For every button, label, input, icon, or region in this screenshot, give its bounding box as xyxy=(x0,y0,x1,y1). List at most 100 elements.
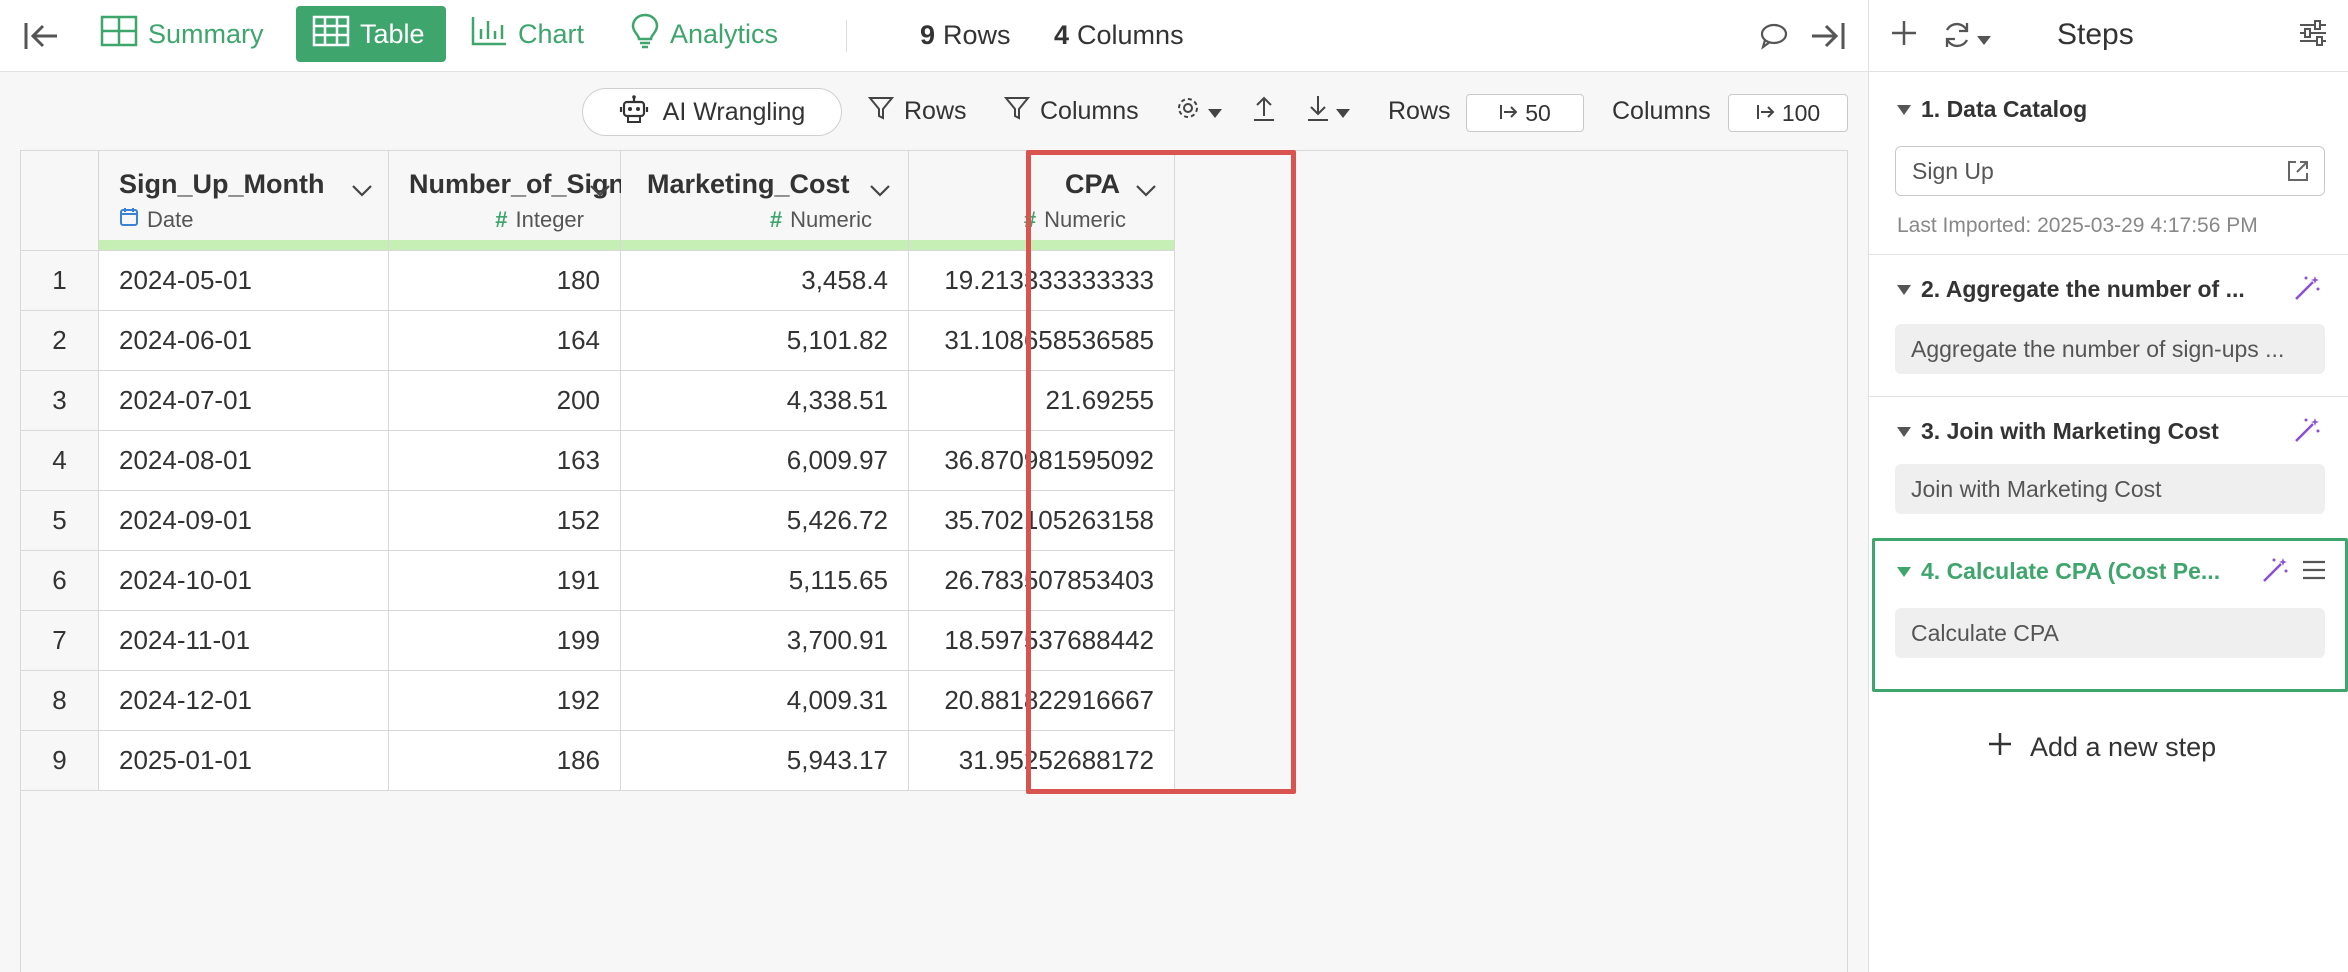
cell-cpa[interactable]: 31.95252688172 xyxy=(909,731,1175,791)
cell-cpa[interactable]: 36.870981595092 xyxy=(909,431,1175,491)
row-number[interactable]: 9 xyxy=(21,731,99,791)
caret-down-icon[interactable] xyxy=(1897,284,1911,295)
column-header-sign-up-month[interactable]: Sign_Up_Month Date xyxy=(99,151,389,251)
collapse-right-icon[interactable] xyxy=(1808,16,1848,56)
columns-filter-button[interactable]: Columns xyxy=(1003,86,1139,136)
step-aggregate[interactable]: 2. Aggregate the number of ... Aggregate… xyxy=(1869,254,2348,396)
steps-title: Steps xyxy=(2057,18,2134,51)
chevron-down-icon[interactable] xyxy=(589,177,611,197)
step-description: Join with Marketing Cost xyxy=(1895,464,2325,514)
refresh-menu-button[interactable] xyxy=(1941,20,1991,57)
cell-number-of-signups[interactable]: 191 xyxy=(389,551,621,611)
cell-marketing-cost[interactable]: 3,458.4 xyxy=(621,251,909,311)
tab-table[interactable]: Table xyxy=(296,6,446,62)
cell-number-of-signups[interactable]: 186 xyxy=(389,731,621,791)
cell-cpa[interactable]: 31.108658536585 xyxy=(909,311,1175,371)
jump-to-end-icon xyxy=(1499,100,1519,127)
column-type: # Numeric xyxy=(1024,207,1126,233)
step-description: Aggregate the number of sign-ups ... xyxy=(1895,324,2325,374)
chevron-down-icon[interactable] xyxy=(1135,177,1157,197)
arrow-down-icon xyxy=(1306,94,1330,129)
last-imported-note: Last Imported: 2025-03-29 4:17:56 PM xyxy=(1897,214,2258,237)
tab-analytics[interactable]: Analytics xyxy=(614,6,794,62)
row-number[interactable]: 1 xyxy=(21,251,99,311)
row-number[interactable]: 8 xyxy=(21,671,99,731)
cell-sign-up-month[interactable]: 2024-07-01 xyxy=(99,371,389,431)
cell-number-of-signups[interactable]: 152 xyxy=(389,491,621,551)
row-number[interactable]: 7 xyxy=(21,611,99,671)
cell-sign-up-month[interactable]: 2024-10-01 xyxy=(99,551,389,611)
row-number[interactable]: 5 xyxy=(21,491,99,551)
cell-marketing-cost[interactable]: 5,943.17 xyxy=(621,731,909,791)
sort-asc-button[interactable] xyxy=(1252,86,1276,136)
column-header-cpa[interactable]: CPA # Numeric xyxy=(909,151,1175,251)
chevron-down-icon[interactable] xyxy=(351,177,373,197)
columns-filter-label: Columns xyxy=(1040,96,1139,125)
cell-marketing-cost[interactable]: 4,009.31 xyxy=(621,671,909,731)
rows-filter-label: Rows xyxy=(904,96,967,125)
caret-down-icon[interactable] xyxy=(1897,104,1911,115)
robot-icon xyxy=(619,94,649,131)
step-join[interactable]: 3. Join with Marketing Cost Join with Ma… xyxy=(1869,396,2348,536)
data-table: Sign_Up_Month Date Number_of_Signups # I… xyxy=(20,150,1848,972)
cell-cpa[interactable]: 18.597537688442 xyxy=(909,611,1175,671)
cell-number-of-signups[interactable]: 180 xyxy=(389,251,621,311)
rows-filter-button[interactable]: Rows xyxy=(867,86,967,136)
step-data-catalog[interactable]: 1. Data Catalog Sign Up Last Imported: 2… xyxy=(1869,72,2348,254)
ai-wrangling-button[interactable]: AI Wrangling xyxy=(582,88,842,136)
comment-icon[interactable] xyxy=(1754,16,1794,56)
plus-icon[interactable] xyxy=(1889,18,1919,55)
tab-chart[interactable]: Chart xyxy=(454,6,600,62)
cell-cpa[interactable]: 19.213333333333 xyxy=(909,251,1175,311)
collapse-left-icon[interactable] xyxy=(22,18,60,54)
rows-limit-value: 50 xyxy=(1525,99,1551,126)
chevron-down-icon[interactable] xyxy=(869,177,891,197)
column-type: # Numeric xyxy=(770,207,872,233)
cell-marketing-cost[interactable]: 5,426.72 xyxy=(621,491,909,551)
settings-menu-button[interactable] xyxy=(1174,86,1222,136)
column-header-marketing-cost[interactable]: Marketing_Cost # Numeric xyxy=(621,151,909,251)
external-link-icon[interactable] xyxy=(2286,159,2310,189)
row-number-header xyxy=(21,151,99,251)
cell-marketing-cost[interactable]: 5,115.65 xyxy=(621,551,909,611)
cell-cpa[interactable]: 26.783507853403 xyxy=(909,551,1175,611)
refresh-icon xyxy=(1941,20,1973,57)
row-number[interactable]: 3 xyxy=(21,371,99,431)
tab-analytics-label: Analytics xyxy=(670,18,779,49)
cell-cpa[interactable]: 20.881822916667 xyxy=(909,671,1175,731)
cell-marketing-cost[interactable]: 4,338.51 xyxy=(621,371,909,431)
column-header-number-of-signups[interactable]: Number_of_Signups # Integer xyxy=(389,151,673,251)
cell-cpa[interactable]: 35.702105263158 xyxy=(909,491,1175,551)
sort-desc-menu-button[interactable] xyxy=(1306,86,1350,136)
tab-summary[interactable]: Summary xyxy=(84,6,280,62)
cell-sign-up-month[interactable]: 2024-09-01 xyxy=(99,491,389,551)
cell-cpa[interactable]: 21.69255 xyxy=(909,371,1175,431)
cell-number-of-signups[interactable]: 164 xyxy=(389,311,621,371)
cell-number-of-signups[interactable]: 199 xyxy=(389,611,621,671)
cell-marketing-cost[interactable]: 5,101.82 xyxy=(621,311,909,371)
row-number[interactable]: 2 xyxy=(21,311,99,371)
row-number[interactable]: 4 xyxy=(21,431,99,491)
columns-limit-input[interactable]: 100 xyxy=(1728,94,1848,132)
cell-marketing-cost[interactable]: 3,700.91 xyxy=(621,611,909,671)
rows-count-value: 9 xyxy=(920,19,936,50)
cell-sign-up-month[interactable]: 2024-08-01 xyxy=(99,431,389,491)
cell-sign-up-month[interactable]: 2024-06-01 xyxy=(99,311,389,371)
tab-summary-label: Summary xyxy=(148,18,264,49)
sliders-icon[interactable] xyxy=(2297,18,2329,55)
add-step-label: Add a new step xyxy=(2030,731,2217,762)
cell-sign-up-month[interactable]: 2024-05-01 xyxy=(99,251,389,311)
cell-marketing-cost[interactable]: 6,009.97 xyxy=(621,431,909,491)
add-step-button[interactable]: Add a new step xyxy=(1986,724,2216,770)
cell-number-of-signups[interactable]: 163 xyxy=(389,431,621,491)
cell-sign-up-month[interactable]: 2024-11-01 xyxy=(99,611,389,671)
cell-sign-up-month[interactable]: 2024-12-01 xyxy=(99,671,389,731)
row-number[interactable]: 6 xyxy=(21,551,99,611)
cell-sign-up-month[interactable]: 2025-01-01 xyxy=(99,731,389,791)
rows-limit-input[interactable]: 50 xyxy=(1466,94,1584,132)
caret-down-icon[interactable] xyxy=(1897,426,1911,437)
cell-number-of-signups[interactable]: 200 xyxy=(389,371,621,431)
data-source-box[interactable]: Sign Up xyxy=(1895,146,2325,196)
cell-number-of-signups[interactable]: 192 xyxy=(389,671,621,731)
tab-chart-label: Chart xyxy=(518,18,585,49)
